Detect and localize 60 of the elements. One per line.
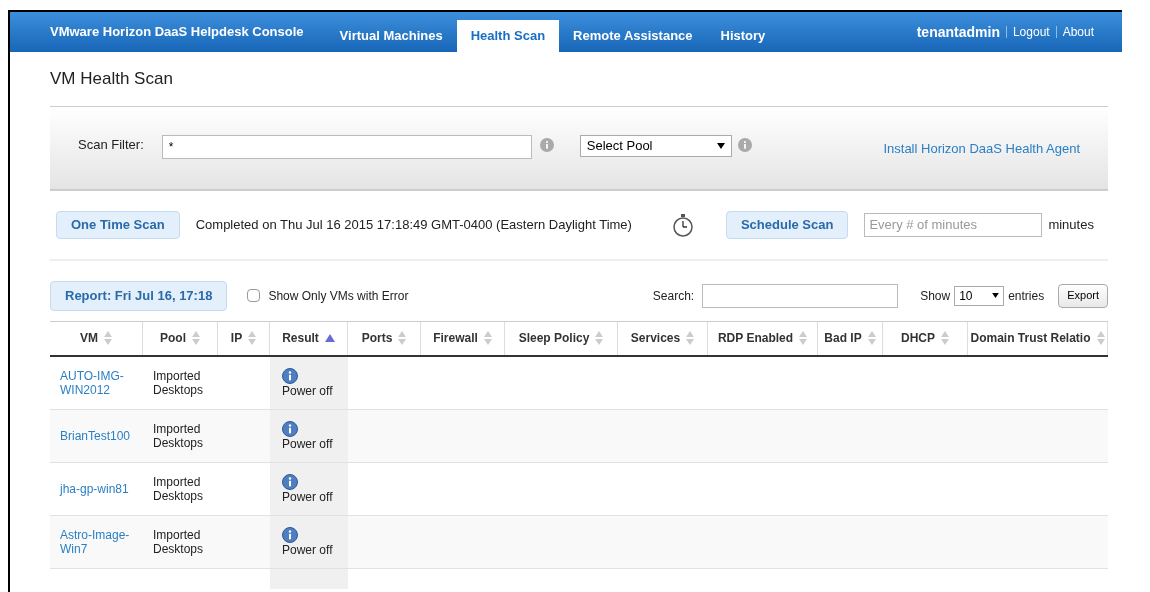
pool-cell-text: Imported Desktops [153,474,205,503]
report-button[interactable]: Report: Fri Jul 16, 17:18 [50,280,228,311]
header-link[interactable]: About [1062,23,1094,41]
dropdown-arrow-icon [992,293,1000,298]
info-icon [282,420,298,437]
column-header[interactable]: RDP Enabled [717,329,794,347]
column-header[interactable]: IP [230,329,243,347]
column-header[interactable]: Services [630,329,681,347]
show-label: Show [920,287,951,305]
user-name: tenantadmin [916,22,1000,42]
result-cell-text: Power off [282,383,334,398]
interval-field[interactable]: Every # of minutes [864,212,1043,237]
error-only-checkbox[interactable] [247,289,261,302]
page-title: VM Health Scan [50,52,1108,107]
nav-tab[interactable]: Virtual Machines [325,20,457,52]
error-only-label: Show Only VMs with Error [268,287,409,305]
info-icon[interactable] [737,137,752,152]
dropdown-arrow-icon [716,142,725,149]
column-header[interactable]: Firewall [433,329,478,347]
column-header[interactable]: Sleep Policy [518,329,590,347]
pool-cell-text: Imported Desktops [153,527,205,556]
result-cell-text: Power off [282,489,334,504]
column-header[interactable]: Bad IP [824,329,862,347]
search-label: Search: [652,287,695,305]
vm-link[interactable]: BrianTest100 [60,428,131,443]
vm-link[interactable]: Astro-Image-Win7 [60,527,133,556]
entries-label: entries [1008,287,1045,305]
search-field[interactable] [702,283,899,308]
scan-status: Completed on Thu Jul 16 2015 17:18:49 GMT-0400 (Eastern Daylight Time) [195,215,632,234]
column-header[interactable]: Ports [361,329,393,347]
scan-filter-field[interactable]: * [161,134,532,159]
pool-select[interactable]: Select Pool [579,134,732,157]
vm-link[interactable]: AUTO-IMG-WIN2012 [60,368,133,397]
column-header[interactable]: VM [80,329,98,347]
stopwatch-icon [671,212,694,237]
pool-cell-text: Imported Desktops [153,368,205,397]
column-header[interactable]: Domain Trust Relatio [970,329,1091,347]
header-link[interactable]: Logout [1012,23,1050,41]
column-header[interactable]: Result [282,329,319,347]
column-header[interactable]: DHCP [901,329,935,347]
info-icon [282,526,298,543]
result-cell-text: Power off [282,436,334,451]
one-time-scan-button[interactable]: One Time Scan [56,210,180,239]
info-icon[interactable] [539,137,554,152]
nav-tab[interactable]: History [706,20,780,52]
result-cell-text: Power off [282,542,334,557]
nav-tab[interactable]: Health Scan [456,20,560,52]
vm-link[interactable]: jha-gp-win81 [60,481,129,496]
info-icon [282,367,298,384]
export-button[interactable]: Export [1058,283,1108,308]
scan-filter-label: Scan Filter: [78,135,144,154]
install-agent-link[interactable]: Install Horizon DaaS Health Agent [883,138,1080,158]
info-icon [282,473,298,490]
column-header[interactable]: Pool [160,329,186,347]
schedule-scan-button[interactable]: Schedule Scan [725,210,849,239]
interval-unit: minutes [1048,215,1094,234]
pool-cell-text: Imported Desktops [153,421,205,450]
nav-tab[interactable]: Remote Assistance [559,20,707,52]
page-size-select[interactable]: 10 [954,285,1005,306]
app-title: VMware Horizon DaaS Helpdesk Console [50,23,304,42]
